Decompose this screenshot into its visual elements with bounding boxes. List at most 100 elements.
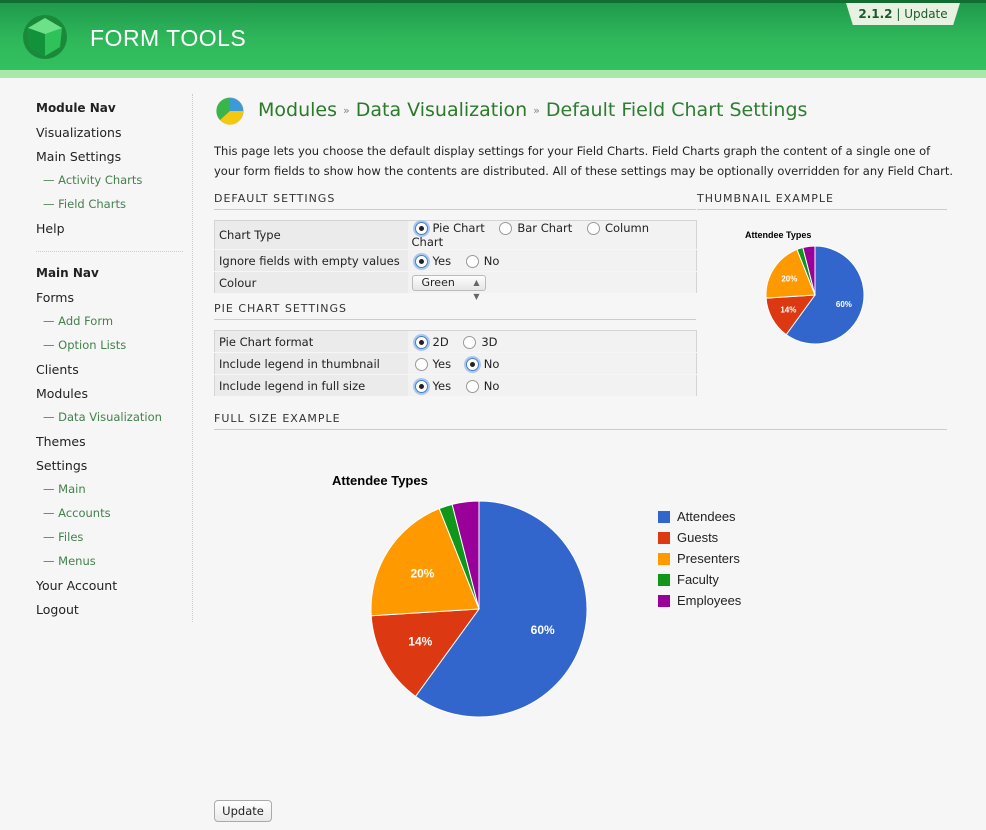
sidebar-item-logout[interactable]: Logout [36, 602, 79, 617]
pie-format-2d-label: 2D [432, 334, 449, 349]
ignore-empty-yes-radio[interactable] [414, 254, 428, 268]
sidebar-item-themes[interactable]: Themes [36, 434, 86, 449]
full-pie-label-guests: 14% [408, 634, 432, 648]
legend-item-guests: Guests [658, 527, 741, 548]
ignore-empty-yes-label: Yes [432, 253, 452, 268]
breadcrumb: Modules » Data Visualization » Default Field… [258, 99, 807, 121]
ignore-empty-yes-option[interactable]: Yes [412, 253, 452, 268]
legend-thumb-no-option[interactable]: No [463, 357, 499, 371]
version-tab: 2.1.2 | Update [846, 3, 960, 25]
legend-thumb-yes-radio[interactable] [414, 357, 428, 371]
legend-item-employees: Employees [658, 590, 741, 611]
legend-swatch [658, 510, 670, 523]
legend-full-yes-label: Yes [432, 378, 452, 393]
legend-full-no-radio[interactable] [465, 379, 479, 393]
app-title: FORM TOOLS [90, 25, 247, 51]
chart-type-bar-label: Bar Chart [517, 221, 573, 235]
legend-thumb-row: Include legend in thumbnail Yes No [214, 352, 697, 375]
sidebar-item-your-account[interactable]: Your Account [36, 578, 117, 593]
legend-thumb-label: Include legend in thumbnail [214, 352, 408, 375]
default-settings-table: Chart Type Pie Chart Bar Chart Column Ch… [214, 220, 697, 301]
module-nav-title: Module Nav [36, 101, 116, 115]
legend-item-attendees: Attendees [658, 506, 741, 527]
full-size-pie-chart: 60% 14% 20% [370, 500, 588, 718]
legend-swatch [658, 531, 670, 544]
pie-format-3d-label: 3D [481, 334, 498, 349]
legend-thumb-no-radio[interactable] [465, 357, 479, 371]
form-tools-logo-icon [23, 15, 67, 59]
sidebar-item-option-lists[interactable]: — Option Lists [43, 338, 126, 352]
pie-format-3d-radio[interactable] [463, 335, 477, 349]
legend-thumb-yes-option[interactable]: Yes [412, 356, 452, 371]
legend-label: Faculty [677, 572, 719, 587]
chart-type-bar-option[interactable]: Bar Chart [496, 221, 572, 235]
sidebar-item-main-settings[interactable]: Main Settings [36, 149, 121, 164]
chart-type-options: Pie Chart Bar Chart Column Chart [407, 220, 697, 250]
breadcrumb-modules-link[interactable]: Modules [258, 99, 337, 121]
pie-format-row: Pie Chart format 2D 3D [214, 330, 697, 353]
full-pie-label-attendees: 60% [531, 623, 555, 637]
legend-label: Employees [677, 593, 742, 608]
pie-format-3d-option[interactable]: 3D [460, 334, 498, 349]
legend-thumb-yes-label: Yes [432, 356, 452, 371]
full-size-example-header: FULL SIZE EXAMPLE [214, 412, 947, 430]
legend-label: Attendees [677, 509, 736, 524]
chart-type-pie-option[interactable]: Pie Chart [412, 221, 485, 235]
sidebar-item-settings[interactable]: Settings [36, 458, 87, 473]
sidebar-item-modules[interactable]: Modules [36, 386, 88, 401]
sidebar-item-accounts[interactable]: — Accounts [43, 506, 111, 520]
app-header: FORM TOOLS 2.1.2 | Update [0, 0, 986, 70]
pie-chart-icon [216, 97, 244, 125]
pie-format-2d-option[interactable]: 2D [412, 335, 449, 349]
sidebar-item-clients[interactable]: Clients [36, 362, 79, 377]
legend-swatch [658, 552, 670, 565]
chart-type-row: Chart Type Pie Chart Bar Chart Column Ch… [214, 220, 697, 250]
legend-full-no-option[interactable]: No [463, 378, 500, 393]
update-link[interactable]: Update [904, 7, 947, 21]
sidebar-item-field-charts[interactable]: — Field Charts [43, 197, 126, 211]
ignore-empty-no-radio[interactable] [465, 254, 479, 268]
chart-type-bar-radio[interactable] [499, 222, 513, 235]
pie-chart-settings-table: Pie Chart format 2D 3D Include legend in… [214, 330, 697, 397]
sidebar: Module Nav Visualizations Main Settings — … [0, 94, 193, 622]
header-stripe [0, 70, 986, 78]
main-nav-title: Main Nav [36, 266, 99, 280]
sidebar-item-add-form[interactable]: — Add Form [43, 314, 113, 328]
legend-full-row: Include legend in full size Yes No [214, 374, 697, 397]
sidebar-item-main[interactable]: — Main [43, 482, 86, 496]
legend-full-yes-radio[interactable] [414, 379, 428, 393]
breadcrumb-separator: » [533, 104, 540, 117]
legend-item-presenters: Presenters [658, 548, 741, 569]
legend-full-label: Include legend in full size [214, 374, 408, 397]
legend-item-faculty: Faculty [658, 569, 741, 590]
thumbnail-chart-title: Attendee Types [745, 230, 812, 240]
breadcrumb-data-visualization-link[interactable]: Data Visualization [356, 99, 527, 121]
colour-select[interactable]: Green ▲ ▼ [411, 274, 486, 301]
legend-thumb-options: Yes No [407, 352, 697, 375]
sidebar-item-activity-charts[interactable]: — Activity Charts [43, 173, 142, 187]
colour-value-cell: Green ▲ ▼ [407, 271, 697, 301]
default-settings-header: DEFAULT SETTINGS [214, 192, 696, 210]
chart-type-pie-radio[interactable] [414, 222, 428, 235]
thumbnail-pie-label-guests: 14% [780, 305, 796, 314]
sidebar-item-files[interactable]: — Files [43, 530, 83, 544]
ignore-empty-label: Ignore fields with empty values [214, 249, 408, 272]
sidebar-item-help[interactable]: Help [36, 221, 65, 236]
sidebar-item-visualizations[interactable]: Visualizations [36, 125, 121, 140]
breadcrumb-separator: » [343, 104, 350, 117]
legend-full-options: Yes No [407, 374, 697, 397]
update-button[interactable]: Update [214, 800, 272, 822]
thumbnail-pie-label-attendees: 60% [836, 300, 852, 309]
sidebar-item-menus[interactable]: — Menus [43, 554, 96, 568]
version-number: 2.1.2 [858, 7, 893, 21]
legend-full-no-label: No [483, 378, 500, 393]
sidebar-item-data-visualization[interactable]: — Data Visualization [43, 410, 162, 424]
sidebar-item-forms[interactable]: Forms [36, 290, 74, 305]
ignore-empty-row: Ignore fields with empty values Yes No [214, 249, 697, 272]
chart-type-column-radio[interactable] [586, 222, 600, 235]
pie-format-2d-radio[interactable] [414, 335, 428, 349]
legend-swatch [658, 573, 670, 586]
ignore-empty-no-option[interactable]: No [463, 254, 499, 268]
legend-full-yes-option[interactable]: Yes [412, 378, 452, 393]
intro-text: This page lets you choose the default di… [214, 144, 954, 178]
